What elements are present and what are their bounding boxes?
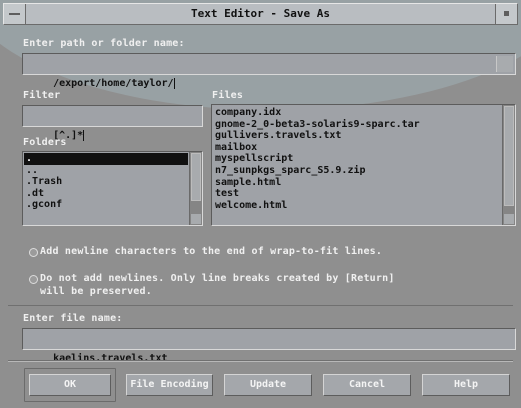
help-button[interactable]: Help xyxy=(422,374,510,396)
files-list[interactable]: company.idx gnome-2_0-beta3-solaris9-spa… xyxy=(211,104,516,226)
text-cursor xyxy=(83,129,85,141)
files-scrollbar[interactable] xyxy=(502,105,515,225)
scroll-down-arrow[interactable] xyxy=(504,214,514,224)
save-as-dialog: Text Editor - Save As Enter path or fold… xyxy=(0,0,521,408)
filter-input[interactable]: [^.]* xyxy=(22,105,203,141)
file-item[interactable]: welcome.html xyxy=(213,200,501,212)
scrollbar-thumb[interactable] xyxy=(504,106,514,206)
minimize-icon xyxy=(504,11,509,16)
filename-input[interactable]: kaelins.travels.txt xyxy=(22,328,516,364)
folders-label: Folders xyxy=(23,137,67,148)
filename-label: Enter file name: xyxy=(23,313,123,324)
file-item[interactable]: myspellscript xyxy=(213,153,501,165)
no-newline-label-continued: will be preserved. xyxy=(40,286,152,297)
no-newline-label: Do not add newlines. Only line breaks cr… xyxy=(40,273,395,284)
cancel-button[interactable]: Cancel xyxy=(323,374,411,396)
file-item[interactable]: mailbox xyxy=(213,142,501,154)
file-item[interactable]: test xyxy=(213,188,501,200)
no-newline-radio[interactable] xyxy=(29,275,38,284)
scrollbar-thumb[interactable] xyxy=(191,153,201,201)
file-encoding-button[interactable]: File Encoding xyxy=(126,374,213,396)
add-newline-label: Add newline characters to the end of wra… xyxy=(40,246,383,257)
text-cursor xyxy=(173,77,175,89)
window-menu-icon xyxy=(9,13,20,15)
path-input[interactable]: /export/home/taylor/ xyxy=(22,53,516,89)
path-label: Enter path or folder name: xyxy=(23,38,185,49)
folders-scrollbar[interactable] xyxy=(189,152,202,225)
folder-item[interactable]: .. xyxy=(24,165,188,177)
path-dropdown-button[interactable] xyxy=(496,56,513,72)
folders-list[interactable]: . .. .Trash .dt .gconf xyxy=(22,151,203,226)
folder-item[interactable]: .dt xyxy=(24,188,188,200)
ok-button[interactable]: OK xyxy=(29,374,111,396)
scroll-down-arrow[interactable] xyxy=(191,214,201,224)
minimize-button[interactable] xyxy=(495,4,517,24)
file-item[interactable]: sample.html xyxy=(213,177,501,189)
filter-label: Filter xyxy=(23,90,61,101)
add-newline-radio[interactable] xyxy=(29,248,38,257)
file-item[interactable]: n7_sunpkgs_sparc_S5.9.zip xyxy=(213,165,501,177)
path-input-value: /export/home/taylor/ xyxy=(53,78,174,89)
file-item[interactable]: gnome-2_0-beta3-solaris9-sparc.tar xyxy=(213,119,501,131)
divider xyxy=(8,305,513,306)
window-menu-button[interactable] xyxy=(4,4,26,24)
window-title: Text Editor - Save As xyxy=(190,7,331,20)
folder-item[interactable]: .Trash xyxy=(24,176,188,188)
title-bar[interactable]: Text Editor - Save As xyxy=(3,3,518,25)
folder-item[interactable]: .gconf xyxy=(24,199,188,211)
divider-highlight xyxy=(8,361,513,362)
file-item[interactable]: company.idx xyxy=(213,107,501,119)
folder-item[interactable]: . xyxy=(24,153,188,165)
update-button[interactable]: Update xyxy=(224,374,312,396)
file-item[interactable]: gullivers.travels.txt xyxy=(213,130,501,142)
filename-input-value: kaelins.travels.txt xyxy=(53,353,168,364)
files-label: Files xyxy=(212,90,244,101)
